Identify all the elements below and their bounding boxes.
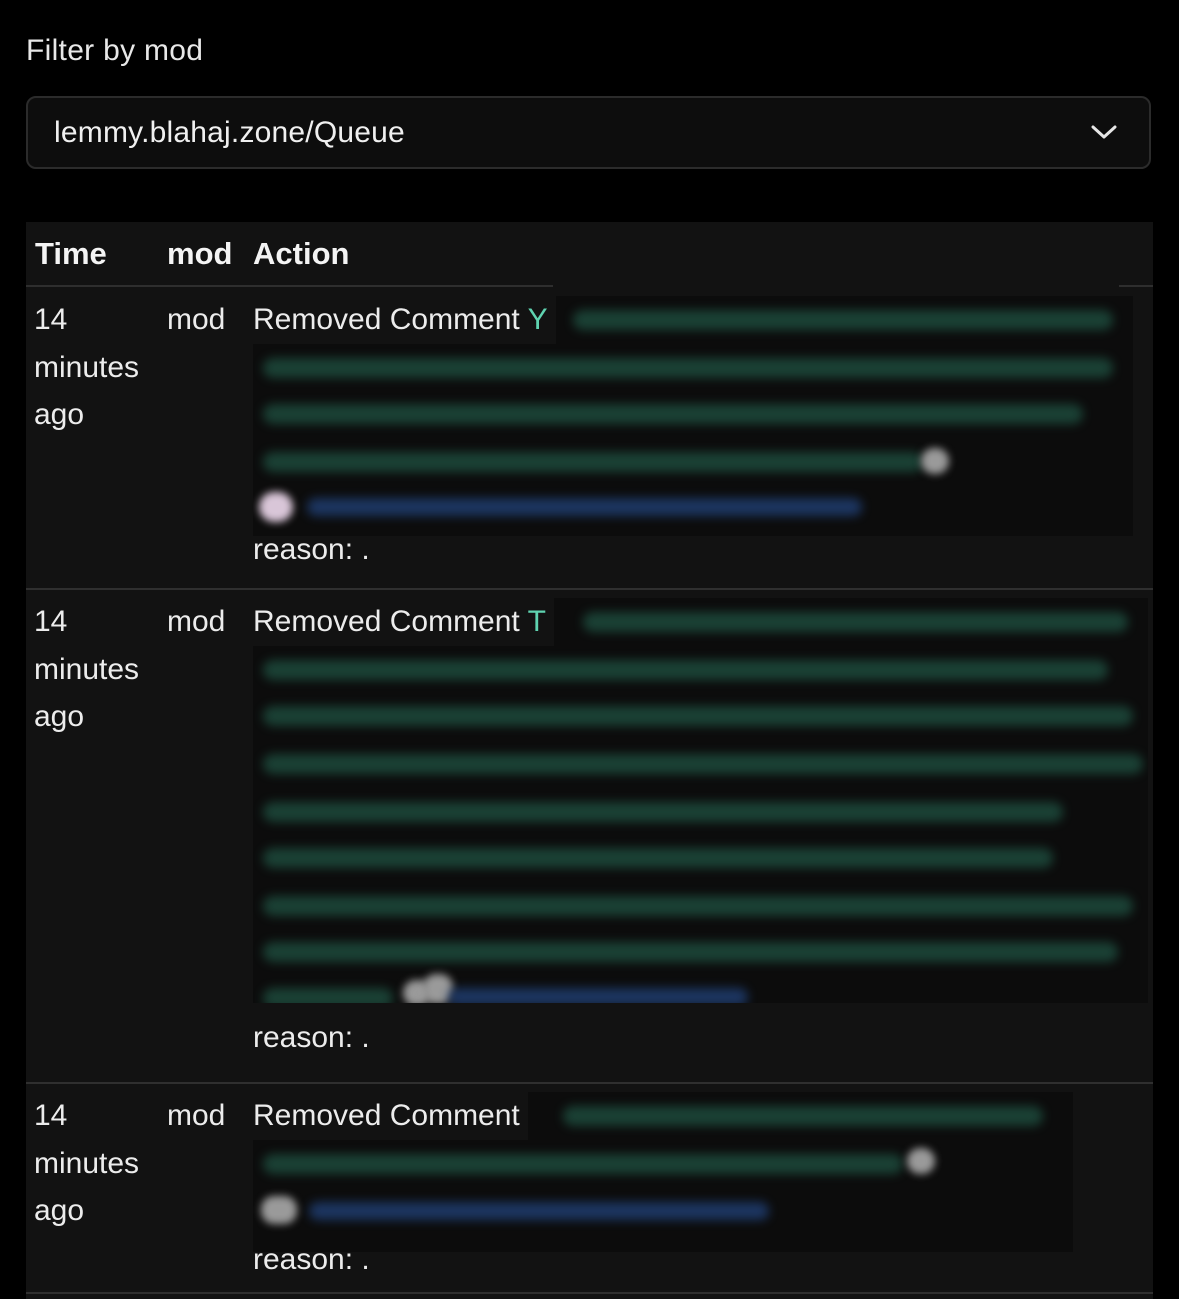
time-line: ago — [34, 700, 85, 733]
row-divider — [26, 588, 1153, 590]
column-header-action: Action — [253, 236, 350, 271]
header-divider — [26, 285, 553, 287]
mod-filter-value: lemmy.blahaj.zone/Queue — [54, 116, 405, 149]
time-line: 14 — [34, 605, 68, 638]
action-label: Removed Comment T — [253, 598, 554, 646]
row-mod: mod — [167, 303, 226, 336]
user-avatar — [259, 492, 293, 522]
mod-filter-select[interactable]: lemmy.blahaj.zone/Queue — [26, 96, 1151, 169]
column-header-time: Time — [35, 236, 107, 271]
chevron-down-icon — [1091, 125, 1117, 139]
modlog-page: Filter by mod lemmy.blahaj.zone/Queue Ti… — [0, 0, 1179, 1299]
row-divider — [26, 1082, 1153, 1084]
filter-label: Filter by mod — [26, 34, 204, 67]
time-line: minutes — [34, 350, 140, 384]
row-reason: reason: . — [253, 533, 370, 566]
time-line: 14 — [34, 303, 68, 336]
row-time: 14 minutes ago — [34, 1092, 164, 1235]
table-row: 14 minutes ago mod Removed Comment Y rea… — [26, 288, 1153, 588]
row-mod: mod — [167, 605, 226, 638]
row-reason: reason: . — [253, 1243, 370, 1276]
action-label: Removed Comment — [253, 1092, 528, 1140]
row-reason: reason: . — [253, 1021, 370, 1054]
time-line: 14 — [34, 1099, 68, 1132]
row-time: 14 minutes ago — [34, 598, 164, 741]
row-divider — [26, 1292, 1153, 1294]
table-row: 14 minutes ago mod Removed Comment T rea… — [26, 592, 1153, 1082]
time-line: ago — [34, 398, 85, 431]
blurred-comment-content — [253, 598, 1148, 1003]
action-label: Removed Comment Y — [253, 296, 556, 344]
time-line: minutes — [34, 652, 140, 686]
column-header-mod: mod — [167, 236, 233, 271]
row-mod: mod — [167, 1099, 226, 1132]
time-line: minutes — [34, 1146, 140, 1180]
time-line: ago — [34, 1194, 85, 1227]
header-divider-end — [1119, 285, 1153, 287]
table-row: 14 minutes ago mod Removed Comment reaso… — [26, 1086, 1153, 1292]
modlog-table: Time mod Action 14 minutes ago mod Remov… — [26, 222, 1153, 1299]
row-time: 14 minutes ago — [34, 296, 164, 439]
